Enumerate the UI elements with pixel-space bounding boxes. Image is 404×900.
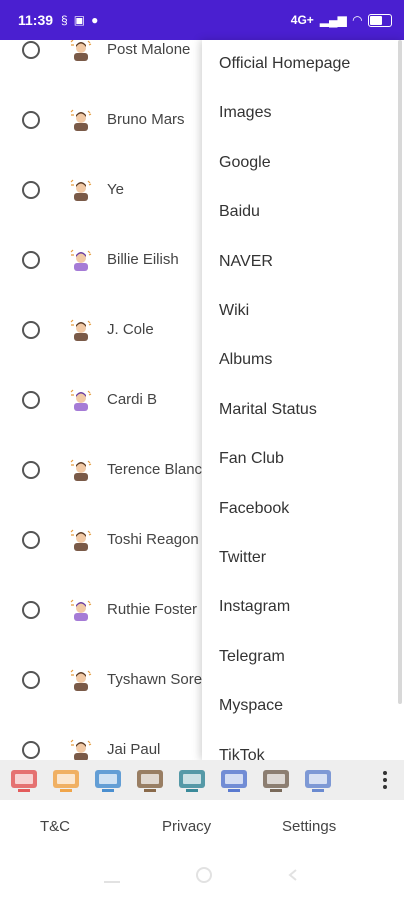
- menu-item-albums[interactable]: Albums: [219, 351, 272, 369]
- footer-nav: T&C Privacy Settings: [0, 800, 404, 850]
- artist-name: Ye: [107, 181, 124, 198]
- home-icon[interactable]: [195, 866, 213, 889]
- select-radio[interactable]: [22, 181, 40, 199]
- notification-icons: § ▣ ●: [61, 13, 98, 27]
- menu-item-marital-status[interactable]: Marital Status: [219, 401, 317, 419]
- signal-icon: ▂▄▆: [319, 13, 347, 27]
- camera-icon[interactable]: [216, 763, 252, 797]
- notification-s-icon: §: [61, 13, 68, 27]
- menu-item-official-homepage[interactable]: Official Homepage: [219, 55, 350, 73]
- video-screen-icon[interactable]: [6, 763, 42, 797]
- system-nav: [0, 850, 404, 900]
- notification-calendar-icon: ▣: [73, 13, 86, 27]
- wifi-icon: ◠: [352, 13, 362, 27]
- explorer-icon[interactable]: [132, 763, 168, 797]
- select-radio[interactable]: [22, 461, 40, 479]
- tc-link[interactable]: T&C: [40, 818, 70, 835]
- artist-name: Tyshawn Sorey: [107, 671, 210, 688]
- artist-name: Cardi B: [107, 391, 158, 408]
- menu-item-facebook[interactable]: Facebook: [219, 500, 289, 518]
- battery-icon: [368, 13, 392, 27]
- links-menu: Official Homepage Images Google Baidu NAVER W…: [202, 40, 404, 760]
- artist-name: Post Malone: [107, 41, 191, 58]
- menu-item-images[interactable]: Images: [219, 104, 271, 122]
- award-badge-icon[interactable]: [48, 763, 84, 797]
- menu-item-baidu[interactable]: Baidu: [219, 203, 260, 221]
- menu-item-tiktok[interactable]: TikTok: [219, 747, 265, 760]
- artist-name: Ruthie Foster: [107, 601, 198, 618]
- select-radio[interactable]: [22, 111, 40, 129]
- menu-item-wiki[interactable]: Wiki: [219, 302, 249, 320]
- bottom-toolbar: [0, 760, 404, 800]
- status-bar: 11:39 § ▣ ● 4G+ ▂▄▆ ◠: [0, 0, 404, 40]
- select-radio[interactable]: [22, 601, 40, 619]
- menu-item-google[interactable]: Google: [219, 154, 271, 172]
- back-icon[interactable]: [286, 868, 300, 887]
- settings-link[interactable]: Settings: [282, 818, 336, 835]
- artist-name: Jai Paul: [107, 741, 161, 758]
- menu-item-instagram[interactable]: Instagram: [219, 598, 290, 616]
- select-radio[interactable]: [22, 671, 40, 689]
- menu-item-naver[interactable]: NAVER: [219, 253, 273, 271]
- male-singer-icon: [70, 669, 92, 691]
- female-singer-icon: [70, 389, 92, 411]
- artist-name: Toshi Reagon: [107, 531, 199, 548]
- female-singer-icon: [70, 599, 92, 621]
- select-radio[interactable]: [22, 251, 40, 269]
- male-singer-icon: [70, 529, 92, 551]
- select-radio[interactable]: [22, 41, 40, 59]
- male-singer-icon: [70, 40, 92, 61]
- audience-icon[interactable]: [90, 763, 126, 797]
- status-time: 11:39: [18, 12, 54, 28]
- select-radio[interactable]: [22, 741, 40, 759]
- male-singer-icon: [70, 459, 92, 481]
- select-radio[interactable]: [22, 531, 40, 549]
- male-singer-icon: [70, 739, 92, 760]
- privacy-link[interactable]: Privacy: [162, 818, 211, 835]
- artist-name: Billie Eilish: [107, 251, 179, 268]
- menu-item-twitter[interactable]: Twitter: [219, 549, 266, 567]
- menu-item-myspace[interactable]: Myspace: [219, 697, 283, 715]
- select-radio[interactable]: [22, 321, 40, 339]
- male-singer-icon: [70, 319, 92, 341]
- menu-item-fan-club[interactable]: Fan Club: [219, 450, 284, 468]
- menu-scrollbar[interactable]: [398, 40, 402, 704]
- status-right: 4G+ ▂▄▆ ◠: [291, 13, 392, 27]
- female-singer-icon: [70, 249, 92, 271]
- recents-icon[interactable]: [103, 872, 121, 890]
- artist-name: Bruno Mars: [107, 111, 185, 128]
- select-radio[interactable]: [22, 391, 40, 409]
- building-icon[interactable]: [258, 763, 294, 797]
- artist-name: J. Cole: [107, 321, 154, 338]
- more-options-icon[interactable]: [382, 771, 388, 789]
- notification-dot-icon: ●: [91, 13, 99, 27]
- male-singer-icon: [70, 109, 92, 131]
- music-studio-icon[interactable]: [174, 763, 210, 797]
- monitor-icon[interactable]: [300, 763, 336, 797]
- male-singer-icon: [70, 179, 92, 201]
- network-type: 4G+: [290, 13, 314, 27]
- menu-item-telegram[interactable]: Telegram: [219, 648, 285, 666]
